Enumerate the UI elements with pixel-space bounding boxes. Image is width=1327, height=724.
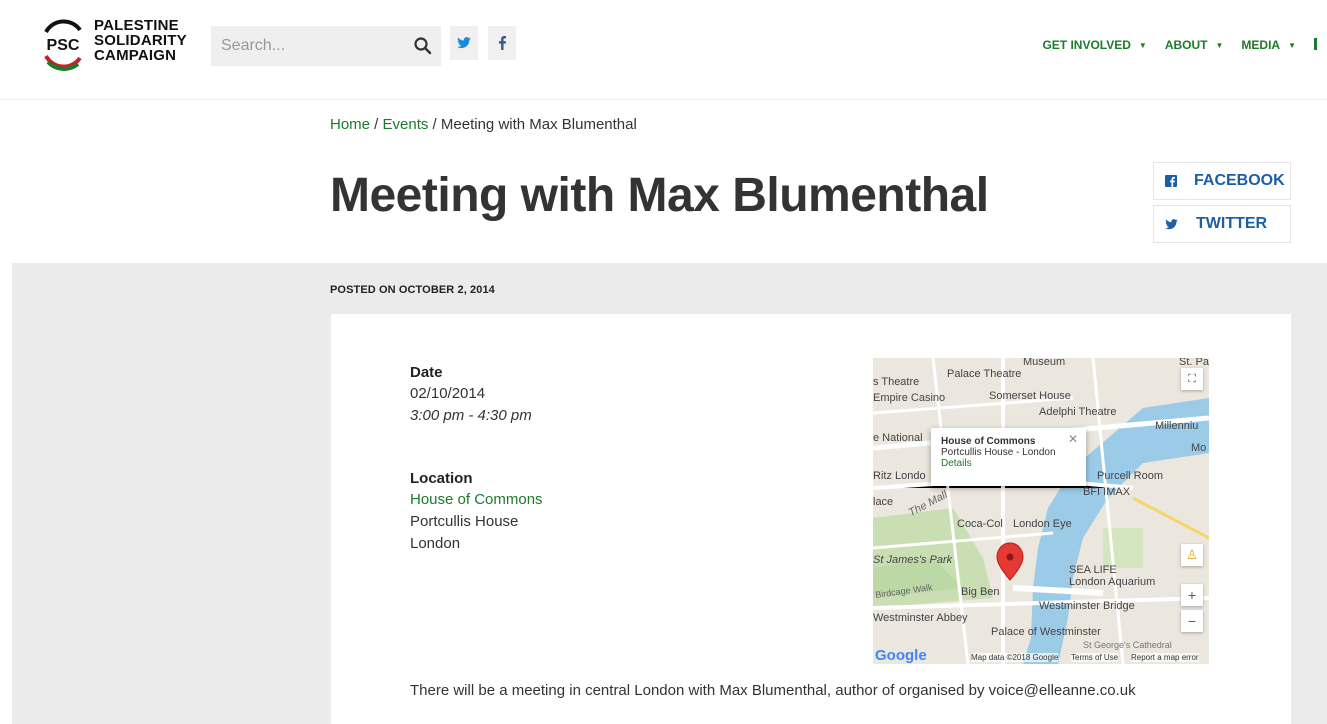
- location-label: Location: [410, 470, 473, 487]
- zoom-in-button[interactable]: +: [1181, 584, 1203, 606]
- map-label: St James's Park: [873, 554, 953, 566]
- fullscreen-icon[interactable]: ⛶: [1181, 368, 1203, 390]
- nav-about[interactable]: ABOUT ▼: [1165, 38, 1224, 52]
- map-data-text: Map data ©2018 Google: [971, 653, 1059, 662]
- site-logo[interactable]: PSC PALESTINE SOLIDARITY CAMPAIGN: [38, 12, 198, 78]
- breadcrumb-current: Meeting with Max Blumenthal: [440, 116, 637, 133]
- share-twitter-label: TWITTER: [1196, 215, 1268, 232]
- header-twitter-button[interactable]: [450, 26, 478, 60]
- report-error-link[interactable]: Report a map error: [1131, 653, 1199, 662]
- posted-date: POSTED ON OCTOBER 2, 2014: [330, 284, 495, 296]
- share-facebook-button[interactable]: FACEBOOK: [1153, 162, 1291, 200]
- map-label: Empire Casino: [873, 392, 946, 404]
- address-line-2: London: [410, 535, 461, 552]
- map-label: Big Ben: [961, 586, 1000, 598]
- breadcrumb-events-link[interactable]: Events: [383, 116, 429, 133]
- map-label: Palace of Westminster: [991, 626, 1101, 638]
- map-label: lace: [873, 496, 894, 508]
- zoom-out-button[interactable]: −: [1181, 610, 1203, 632]
- map-label: Coca-Col: [957, 518, 1003, 530]
- map-label: London Aquarium: [1069, 576, 1156, 588]
- breadcrumb-separator: /: [428, 116, 441, 133]
- map-label: Museum: [1023, 358, 1066, 368]
- logo-wordmark: PALESTINE SOLIDARITY CAMPAIGN: [94, 18, 187, 63]
- nav-label: GET INVOLVED: [1042, 38, 1131, 52]
- event-card: Date 02/10/2014 3:00 pm - 4:30 pm Locati…: [331, 314, 1291, 724]
- share-facebook-label: FACEBOOK: [1194, 172, 1285, 189]
- map-label: Westminster Bridge: [1039, 600, 1135, 612]
- map-label: Ritz Londo: [873, 470, 926, 482]
- nav-get-involved[interactable]: GET INVOLVED ▼: [1042, 38, 1146, 52]
- caret-down-icon: ▼: [1288, 40, 1296, 50]
- map-label: BFI IMAX: [1083, 486, 1131, 498]
- map-label: SEA LIFE: [1069, 564, 1117, 576]
- header-facebook-button[interactable]: [488, 26, 516, 60]
- breadcrumb-separator: /: [370, 116, 383, 133]
- popup-title: House of Commons: [941, 436, 1036, 447]
- map-label: Millenniu: [1155, 420, 1199, 432]
- google-logo: Google: [875, 647, 927, 664]
- map-label: St. Pa: [1179, 358, 1209, 368]
- map-info-window: ✕ House of Commons Portcullis House - Lo…: [931, 428, 1086, 486]
- map-label: Mo: [1191, 442, 1207, 454]
- pegman-icon[interactable]: ♙: [1181, 544, 1203, 566]
- logo-mark-text: PSC: [47, 37, 80, 54]
- event-description: There will be a meeting in central Londo…: [410, 682, 1136, 699]
- share-twitter-button[interactable]: TWITTER: [1153, 205, 1291, 243]
- search-icon[interactable]: [413, 36, 433, 56]
- map-label: St George's Cathedral: [1083, 640, 1172, 650]
- close-icon[interactable]: ✕: [1068, 432, 1078, 446]
- breadcrumb-home-link[interactable]: Home: [330, 116, 370, 133]
- map-label: Adelphi Theatre: [1039, 406, 1117, 418]
- map-label: e National: [873, 432, 923, 444]
- map-label: London Eye: [1013, 518, 1072, 530]
- logo-line-3: CAMPAIGN: [94, 47, 177, 64]
- event-date-block: Date 02/10/2014 3:00 pm - 4:30 pm: [410, 364, 532, 427]
- map-label: Somerset House: [989, 390, 1071, 402]
- nav-overflow-marker: [1314, 38, 1317, 50]
- logo-line-2: SOLIDARITY: [94, 32, 187, 49]
- page-title: Meeting with Max Blumenthal: [330, 169, 989, 222]
- nav-label: ABOUT: [1164, 38, 1208, 52]
- event-location-block: Location House of Commons Portcullis Hou…: [410, 470, 543, 555]
- twitter-icon: [1154, 218, 1188, 230]
- venue-link[interactable]: House of Commons: [410, 489, 543, 511]
- event-time: 3:00 pm - 4:30 pm: [410, 407, 532, 424]
- event-date: 02/10/2014: [410, 385, 486, 402]
- location-map[interactable]: Museum St. Pa s Theatre Palace Theatre E…: [873, 358, 1209, 664]
- map-label: Westminster Abbey: [873, 612, 968, 624]
- nav-media[interactable]: MEDIA ▼: [1241, 38, 1296, 52]
- psc-logo-icon: PSC: [44, 19, 82, 71]
- date-label: Date: [410, 364, 443, 381]
- map-label: Palace Theatre: [947, 368, 1022, 380]
- popup-details-link[interactable]: Details: [941, 458, 1076, 469]
- map-attribution: Google Map data ©2018 Google Terms of Us…: [873, 647, 1209, 664]
- caret-down-icon: ▼: [1138, 40, 1147, 50]
- site-header: PSC PALESTINE SOLIDARITY CAMPAIGN GET IN…: [0, 0, 1327, 100]
- logo-line-1: PALESTINE: [94, 17, 179, 34]
- caret-down-icon: ▼: [1215, 40, 1224, 50]
- main-nav: GET INVOLVED ▼ ABOUT ▼ MEDIA ▼: [1042, 38, 1317, 52]
- popup-address: Portcullis House - London: [941, 447, 1056, 458]
- nav-label: MEDIA: [1241, 38, 1281, 52]
- breadcrumb: Home / Events / Meeting with Max Blument…: [330, 116, 637, 133]
- search-input[interactable]: [211, 26, 407, 66]
- search-box: [211, 26, 441, 66]
- facebook-square-icon: [1154, 175, 1188, 187]
- twitter-icon: [457, 37, 471, 49]
- map-label: Purcell Room: [1097, 470, 1164, 482]
- terms-link[interactable]: Terms of Use: [1071, 653, 1119, 662]
- map-label: s Theatre: [873, 376, 920, 388]
- facebook-icon: [498, 36, 506, 50]
- address-line-1: Portcullis House: [410, 513, 519, 530]
